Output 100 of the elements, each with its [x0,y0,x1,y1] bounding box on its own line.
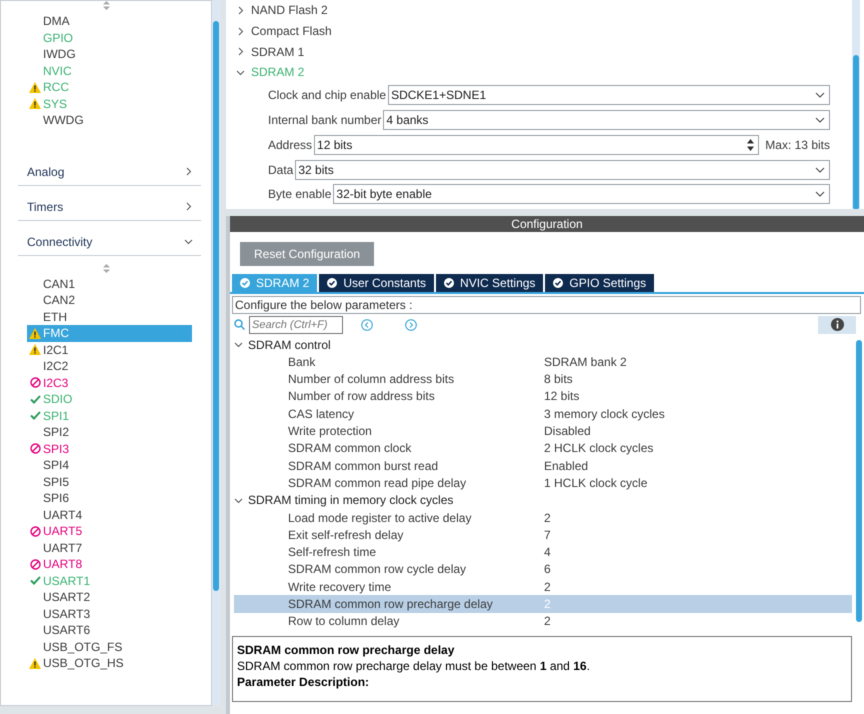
parameter-name: Number of row address bits [287,389,436,404]
parameter-value: 8 bits [544,372,574,386]
peripheral-item[interactable]: CAN2 [27,292,192,308]
parameter-value: 2 [544,614,552,628]
peripheral-item[interactable]: SPI6 [27,490,192,506]
field-label: Data [268,162,294,177]
parameter-row[interactable]: SDRAM common burst read Enabled [234,457,852,474]
group-header[interactable]: SDRAM control [230,336,852,354]
tree-node[interactable]: SDRAM 1 [236,41,864,62]
peripheral-item[interactable]: UART8 [27,556,192,572]
peripheral-item[interactable]: USB_OTG_FS [27,638,192,655]
parameter-row[interactable]: SDRAM common read pipe delay 1 HCLK clock cycle [234,474,852,492]
peripheral-item[interactable]: ETH [27,308,192,325]
tab[interactable]: GPIO Settings [545,274,654,292]
peripheral-item[interactable]: USART6 [27,622,192,638]
parameter-row[interactable]: SDRAM common clock 2 HCLK clock cycles [234,440,852,458]
parameter-name: CAS latency [287,406,356,421]
peripheral-item[interactable]: I2C2 [27,358,192,374]
field-label: Byte enable [268,187,332,202]
description-footer: Parameter Description: [237,675,847,689]
field-label: Clock and chip enable [268,88,386,102]
next-icon[interactable] [405,318,417,331]
peripheral-item[interactable]: USART3 [27,606,192,622]
tab[interactable]: User Constants [319,274,434,292]
previous-icon[interactable] [361,318,373,331]
parameter-value: 4 [544,545,552,560]
parameter-value: 2 [544,597,552,612]
info-button[interactable] [818,316,856,334]
description-title: SDRAM common row precharge delay [237,643,456,657]
category-header[interactable]: Connectivity [18,228,201,256]
dropdown-field[interactable]: 4 banks [383,110,830,130]
spinner-field[interactable]: 12 bits [314,134,760,155]
parameter-row[interactable]: Write recovery time 2 [234,578,852,596]
sort-icon[interactable] [102,264,110,272]
parameter-value: SDRAM bank 2 [544,354,628,369]
parameter-row[interactable]: Number of column address bits 8 bits [234,370,852,388]
peripheral-item[interactable]: WWDG [27,112,192,128]
category-header[interactable]: Timers [18,194,201,220]
spinner-arrows-icon[interactable] [747,138,754,151]
parameter-name: SDRAM common row cycle delay [287,562,468,576]
scrollbar[interactable] [856,340,862,622]
peripheral-item[interactable]: USB_OTG_HS [27,655,192,672]
sort-icon[interactable] [102,1,110,10]
warning-icon [29,82,41,93]
check-circle-icon [327,278,338,288]
parameter-row[interactable]: CAS latency 3 memory clock cycles [234,405,852,422]
parameter-value: 2 HCLK clock cycles [544,441,654,456]
tree-node[interactable]: NAND Flash 2 [236,0,864,21]
parameter-row[interactable]: Row to column delay 2 [234,612,852,630]
parameter-row[interactable]: Bank SDRAM bank 2 [234,353,852,371]
chevron-down-icon [234,496,243,505]
parameter-row[interactable]: Load mode register to active delay 2 [234,508,852,526]
parameter-value: 2 [544,510,552,525]
warning-icon [29,328,41,339]
parameter-row[interactable]: Write protection Disabled [234,422,852,440]
scrollbar[interactable] [852,0,860,209]
group-header[interactable]: SDRAM timing in memory clock cycles [230,492,852,509]
parameter-row[interactable]: Self-refresh time 4 [234,544,852,561]
peripheral-item[interactable]: SPI4 [27,457,192,474]
search-field[interactable]: Search (Ctrl+F) [249,316,343,334]
parameter-row[interactable]: Number of row address bits 12 bits [234,388,852,406]
check-icon [30,394,40,404]
peripheral-item[interactable]: CAN1 [27,276,192,292]
tab[interactable]: NVIC Settings [436,274,544,292]
dropdown-caret-icon [815,166,825,173]
tree-node[interactable]: Compact Flash [236,20,864,42]
dropdown-field[interactable]: 32-bit byte enable [333,184,830,204]
peripheral-item[interactable]: SPI3 [27,440,192,457]
description-text: SDRAM common row precharge delay must be between 1 and 16. [237,659,591,673]
parameter-name: Self-refresh time [287,545,378,560]
check-icon [30,411,40,420]
hint-text: Configure the below parameters : [232,296,861,314]
parameter-row[interactable]: SDRAM common row precharge delay 2 [234,595,852,613]
peripheral-item[interactable]: USART2 [27,589,192,606]
blocked-icon [30,558,40,570]
configuration-title: Configuration [230,216,864,232]
scrollbar[interactable] [212,1,220,705]
parameter-name: Exit self-refresh delay [287,528,404,542]
peripheral-item[interactable]: SPI2 [27,424,192,440]
category-header[interactable]: Analog [18,158,201,186]
search-icon [234,319,245,330]
info-icon [830,318,844,332]
parameter-value: 12 bits [544,389,580,404]
peripheral-item[interactable]: I2C1 [27,342,192,358]
dropdown-field[interactable]: SDCKE1+SDNE1 [388,85,830,106]
max-note: Max: 13 bits [765,138,830,152]
dropdown-field[interactable]: 32 bits [295,160,830,180]
parameter-row[interactable]: SDRAM common row cycle delay 6 [234,560,852,578]
peripheral-item[interactable]: IWDG [27,46,192,62]
peripheral-item[interactable]: UART7 [27,540,192,556]
check-circle-icon [240,278,250,288]
peripheral-item[interactable]: SPI5 [27,474,192,490]
peripheral-item[interactable]: DMA [27,13,192,30]
peripheral-item[interactable]: UART5 [27,523,192,540]
peripheral-item[interactable]: UART4 [27,506,192,523]
chevron-right-icon [236,47,245,56]
parameter-row[interactable]: Exit self-refresh delay 7 [234,526,852,544]
peripheral-item[interactable]: I2C3 [27,374,192,391]
chevron-down-icon [184,237,193,246]
parameter-name: SDRAM common clock [287,441,412,456]
